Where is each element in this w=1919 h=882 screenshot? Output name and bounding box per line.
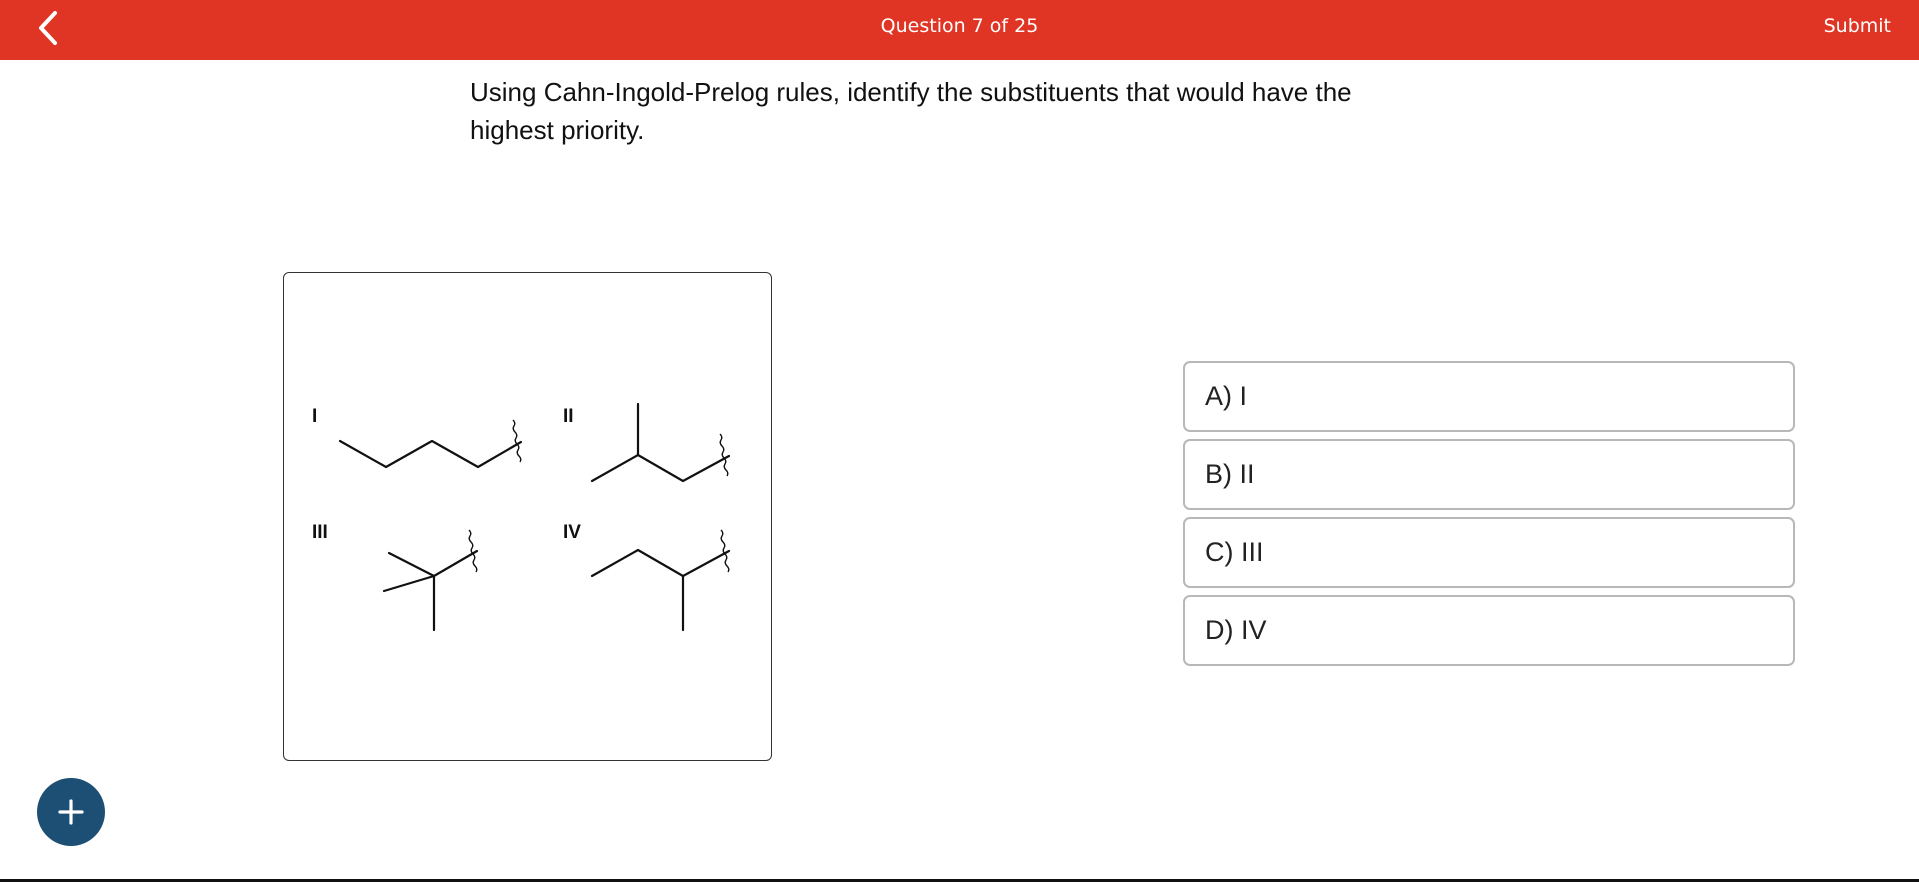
option-d[interactable]: D) IV (1183, 595, 1795, 666)
back-button[interactable] (28, 6, 68, 50)
substituent-structures: I II III IV (312, 402, 731, 632)
structure-label-ii: II (563, 406, 574, 427)
top-bar: Question 7 of 25 Submit (0, 0, 1919, 60)
structure-iii-bond-1 (387, 551, 436, 578)
question-counter: Question 7 of 25 (880, 15, 1039, 37)
structure-iii-bond-2 (382, 574, 436, 593)
add-button[interactable] (37, 778, 105, 846)
structure-i-bonds (338, 439, 523, 469)
wavy-bond-i (512, 419, 522, 463)
submit-button[interactable]: Submit (1824, 15, 1891, 37)
option-b[interactable]: B) II (1183, 439, 1795, 510)
structure-label-iii: III (312, 522, 328, 543)
option-a[interactable]: A) I (1183, 361, 1795, 432)
wavy-bond-ii (719, 433, 729, 477)
chevron-left-icon (39, 11, 57, 45)
structure-label-i: I (312, 406, 317, 427)
structure-image: I II III IV (283, 272, 772, 761)
structure-iii-bond-attach (432, 549, 479, 578)
structure-ii-bonds-main (590, 453, 731, 483)
question-text: Using Cahn-Ingold-Prelog rules, identify… (470, 77, 1352, 145)
answer-options: A) I B) II C) III D) IV (1183, 361, 1795, 673)
plus-icon (58, 799, 84, 825)
structure-iv-bonds-main (590, 548, 731, 578)
structure-label-iv: IV (563, 522, 581, 543)
option-c[interactable]: C) III (1183, 517, 1795, 588)
